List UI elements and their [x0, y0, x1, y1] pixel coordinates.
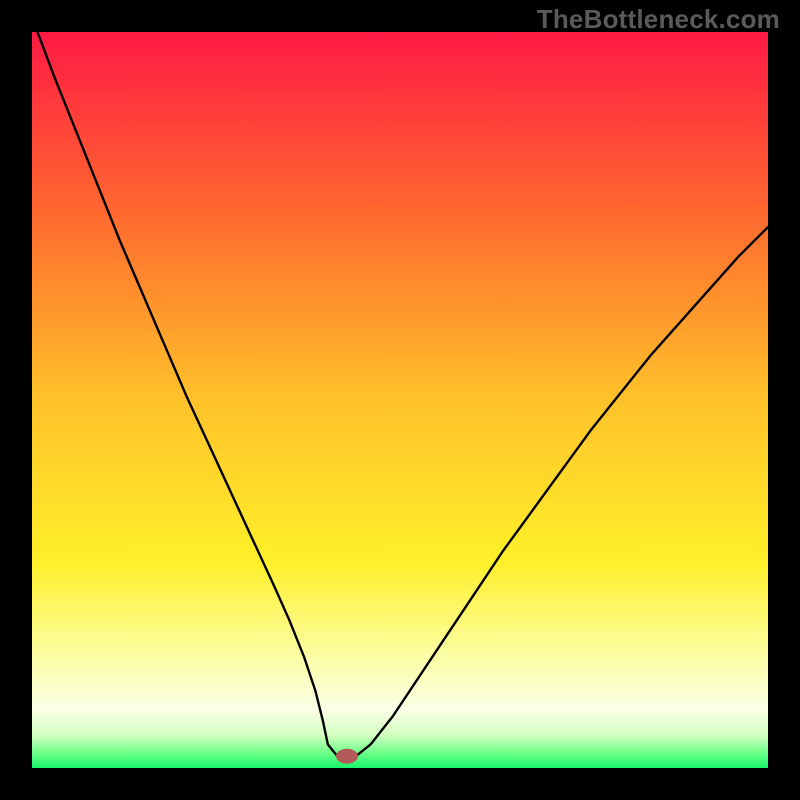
gradient-rect: [32, 32, 768, 768]
marker-dot: [336, 749, 358, 764]
chart-frame: TheBottleneck.com: [0, 0, 800, 800]
plot-area: [32, 32, 768, 768]
plot-svg: [32, 32, 768, 768]
watermark-text: TheBottleneck.com: [537, 4, 780, 35]
